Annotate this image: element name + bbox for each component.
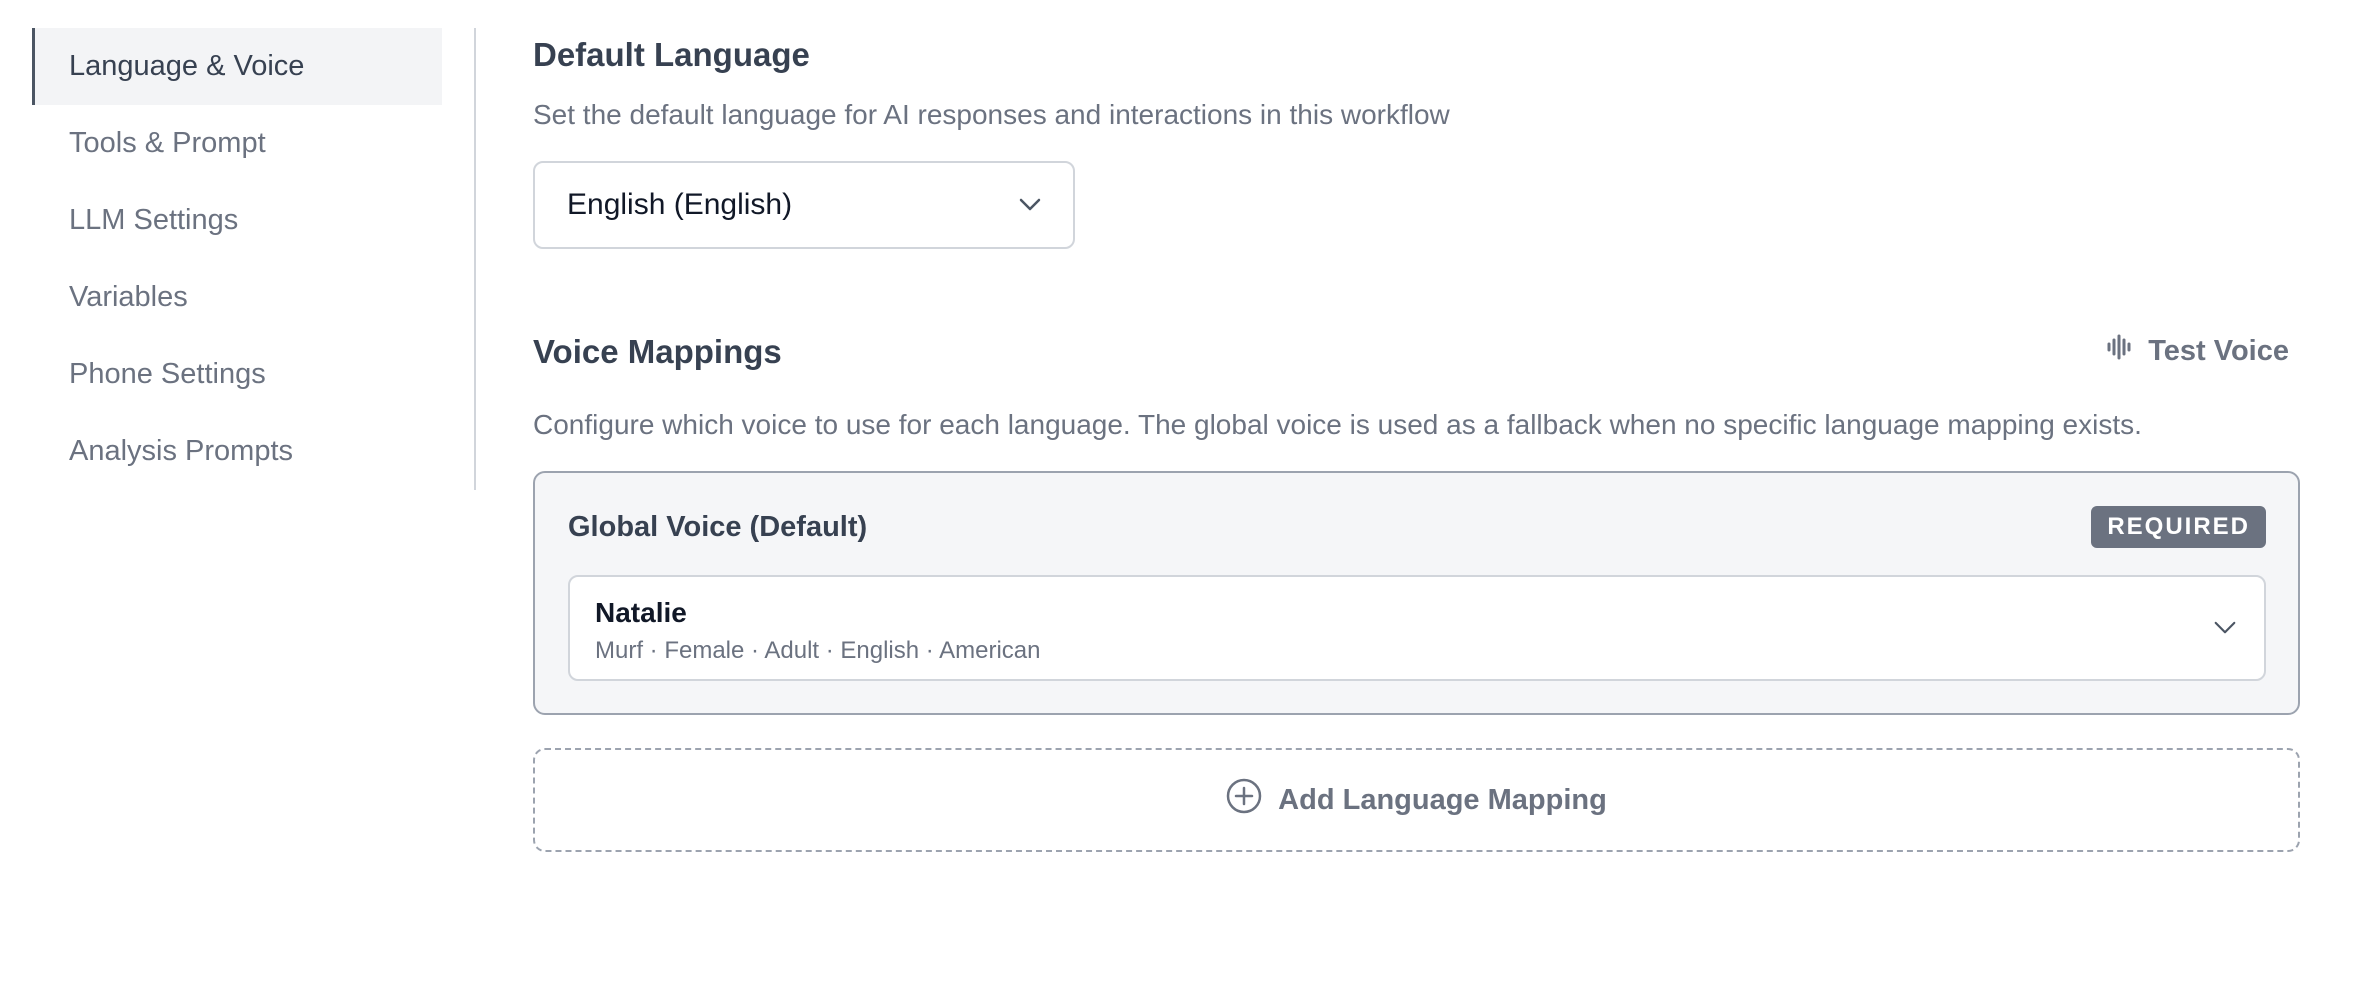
default-language-description: Set the default language for AI response… xyxy=(533,99,1450,130)
global-voice-card: Global Voice (Default) REQUIRED Natalie … xyxy=(533,471,2300,715)
voice-mappings-title: Voice Mappings xyxy=(533,333,782,370)
sidebar-item-tools-prompt[interactable]: Tools & Prompt xyxy=(32,105,474,182)
chevron-down-icon xyxy=(2214,617,2236,639)
plus-circle-icon xyxy=(1226,778,1262,822)
sidebar-item-label: Language & Voice xyxy=(69,50,305,82)
voice-mappings-description: Configure which voice to use for each la… xyxy=(533,409,2142,440)
voice-name: Natalie xyxy=(595,597,687,628)
test-voice-label: Test Voice xyxy=(2148,334,2289,367)
global-voice-title: Global Voice (Default) xyxy=(568,511,868,543)
sidebar-item-label: Phone Settings xyxy=(69,358,266,390)
sidebar-item-language-voice[interactable]: Language & Voice xyxy=(32,28,442,105)
sidebar-item-variables[interactable]: Variables xyxy=(32,259,474,336)
required-badge: REQUIRED xyxy=(2091,506,2266,548)
voice-meta: Murf · Female · Adult · English · Americ… xyxy=(595,637,1041,664)
settings-sidebar: Language & Voice Tools & Prompt LLM Sett… xyxy=(32,28,476,490)
sidebar-item-label: LLM Settings xyxy=(69,204,239,236)
default-language-select[interactable]: English (English) xyxy=(533,161,1075,249)
sidebar-item-label: Variables xyxy=(69,281,188,313)
sidebar-item-llm-settings[interactable]: LLM Settings xyxy=(32,182,474,259)
add-language-mapping-label: Add Language Mapping xyxy=(1278,783,1607,816)
sidebar-item-analysis-prompts[interactable]: Analysis Prompts xyxy=(32,413,474,490)
sidebar-item-phone-settings[interactable]: Phone Settings xyxy=(32,336,474,413)
sidebar-item-label: Tools & Prompt xyxy=(69,127,266,159)
add-language-mapping-button[interactable]: Add Language Mapping xyxy=(533,748,2300,852)
default-language-value: English (English) xyxy=(567,188,793,221)
chevron-down-icon xyxy=(1019,194,1041,216)
sidebar-item-label: Analysis Prompts xyxy=(69,435,294,467)
default-language-title: Default Language xyxy=(533,36,810,73)
test-voice-button[interactable]: Test Voice xyxy=(2106,334,2289,368)
waveform-icon xyxy=(2106,334,2134,368)
global-voice-select[interactable]: Natalie Murf · Female · Adult · English … xyxy=(568,575,2266,681)
